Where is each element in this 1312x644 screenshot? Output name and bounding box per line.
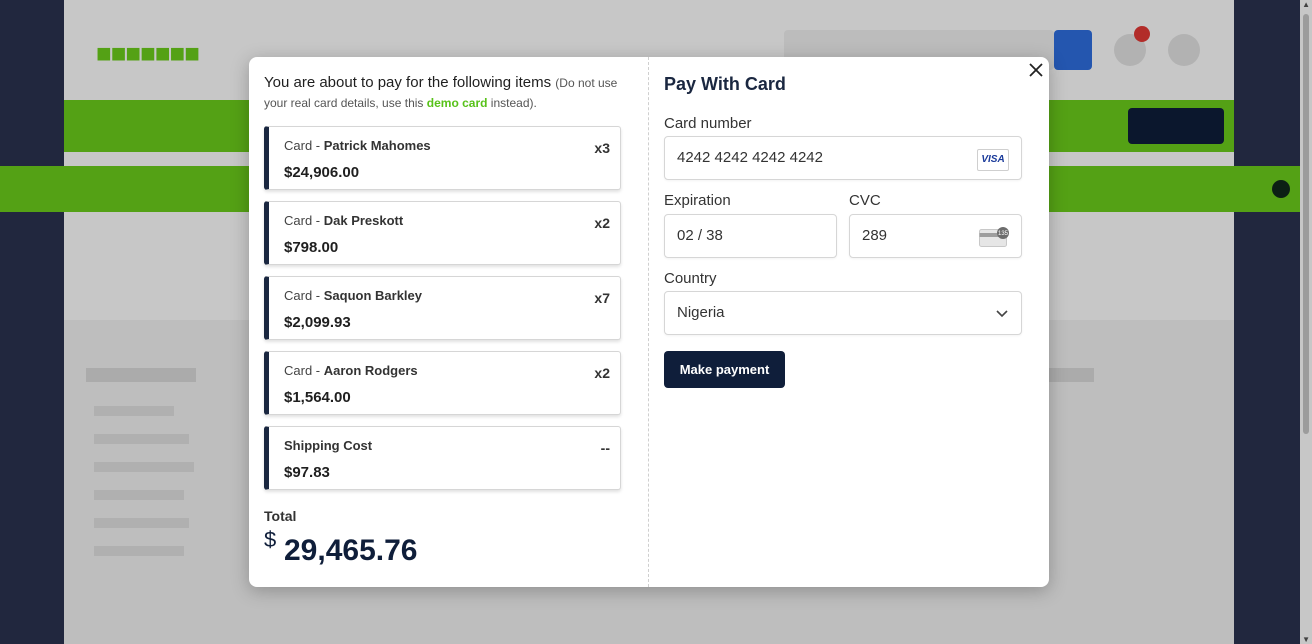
country-label: Country bbox=[664, 270, 717, 287]
item-prefix: Card - bbox=[284, 138, 324, 153]
item-quantity: x3 bbox=[594, 140, 610, 156]
item-title: Shipping Cost bbox=[284, 438, 372, 453]
item-name: Saquon Barkley bbox=[323, 288, 422, 303]
intro-note-after: instead). bbox=[490, 96, 537, 110]
item-title: Card - Saquon Barkley bbox=[284, 288, 422, 303]
total-amount: 29,465.76 bbox=[284, 534, 418, 567]
item-name: Aaron Rodgers bbox=[323, 363, 418, 378]
order-summary-panel: You are about to pay for the following i… bbox=[249, 57, 649, 587]
item-price: $1,564.00 bbox=[284, 389, 351, 406]
item-quantity: x2 bbox=[594, 215, 610, 231]
intro-text: You are about to pay for the following i… bbox=[264, 74, 552, 91]
make-payment-button[interactable]: Make payment bbox=[664, 351, 785, 388]
card-number-label: Card number bbox=[664, 115, 752, 132]
item-price: $798.00 bbox=[284, 239, 339, 256]
payment-panel: Pay With Card Card number 4242 4242 4242… bbox=[649, 57, 1049, 587]
order-item: Card - Patrick Mahomes $24,906.00 x3 bbox=[264, 126, 621, 190]
shipping-cost-item: Shipping Cost $97.83 -- bbox=[264, 426, 621, 490]
item-price: $24,906.00 bbox=[284, 164, 360, 181]
cvc-value: 289 bbox=[862, 227, 888, 244]
payment-title: Pay With Card bbox=[664, 74, 786, 94]
item-price: $97.83 bbox=[284, 464, 330, 481]
expiration-value: 02 / 38 bbox=[677, 227, 723, 244]
item-name: Patrick Mahomes bbox=[323, 138, 431, 153]
close-icon[interactable] bbox=[1027, 61, 1045, 79]
country-select[interactable]: Nigeria bbox=[664, 291, 1022, 335]
order-item: Card - Saquon Barkley $2,099.93 x7 bbox=[264, 276, 621, 340]
order-item: Card - Dak Preskott $798.00 x2 bbox=[264, 201, 621, 265]
chevron-down-icon bbox=[996, 310, 1008, 318]
cvc-badge-text: 135 bbox=[998, 231, 1009, 237]
demo-card-link[interactable]: demo card bbox=[427, 96, 488, 110]
item-quantity: x7 bbox=[594, 290, 610, 306]
cvc-label: CVC bbox=[849, 192, 881, 209]
expiration-label: Expiration bbox=[664, 192, 731, 209]
order-item: Card - Aaron Rodgers $1,564.00 x2 bbox=[264, 351, 621, 415]
card-number-input[interactable]: 4242 4242 4242 4242 VISA bbox=[664, 136, 1022, 180]
country-value: Nigeria bbox=[677, 304, 725, 321]
item-name: Dak Preskott bbox=[323, 213, 404, 228]
item-prefix: Card - bbox=[284, 363, 324, 378]
item-title: Card - Aaron Rodgers bbox=[284, 363, 418, 378]
expiration-input[interactable]: 02 / 38 bbox=[664, 214, 837, 258]
checkout-modal: You are about to pay for the following i… bbox=[249, 57, 1049, 587]
item-prefix: Card - bbox=[284, 213, 324, 228]
card-number-value: 4242 4242 4242 4242 bbox=[677, 149, 823, 166]
cvc-card-icon: 135 bbox=[979, 227, 1009, 247]
item-prefix: Card - bbox=[284, 288, 324, 303]
item-price: $2,099.93 bbox=[284, 314, 351, 331]
visa-card-icon: VISA bbox=[977, 149, 1009, 171]
cvc-input[interactable]: 289 135 bbox=[849, 214, 1022, 258]
total-label: Total bbox=[264, 508, 297, 524]
order-intro: You are about to pay for the following i… bbox=[264, 73, 634, 113]
item-quantity: x2 bbox=[594, 365, 610, 381]
total-currency: $ bbox=[264, 527, 277, 552]
item-title: Card - Patrick Mahomes bbox=[284, 138, 431, 153]
item-title: Card - Dak Preskott bbox=[284, 213, 403, 228]
item-quantity: -- bbox=[600, 440, 610, 456]
item-name: Shipping Cost bbox=[284, 438, 373, 453]
